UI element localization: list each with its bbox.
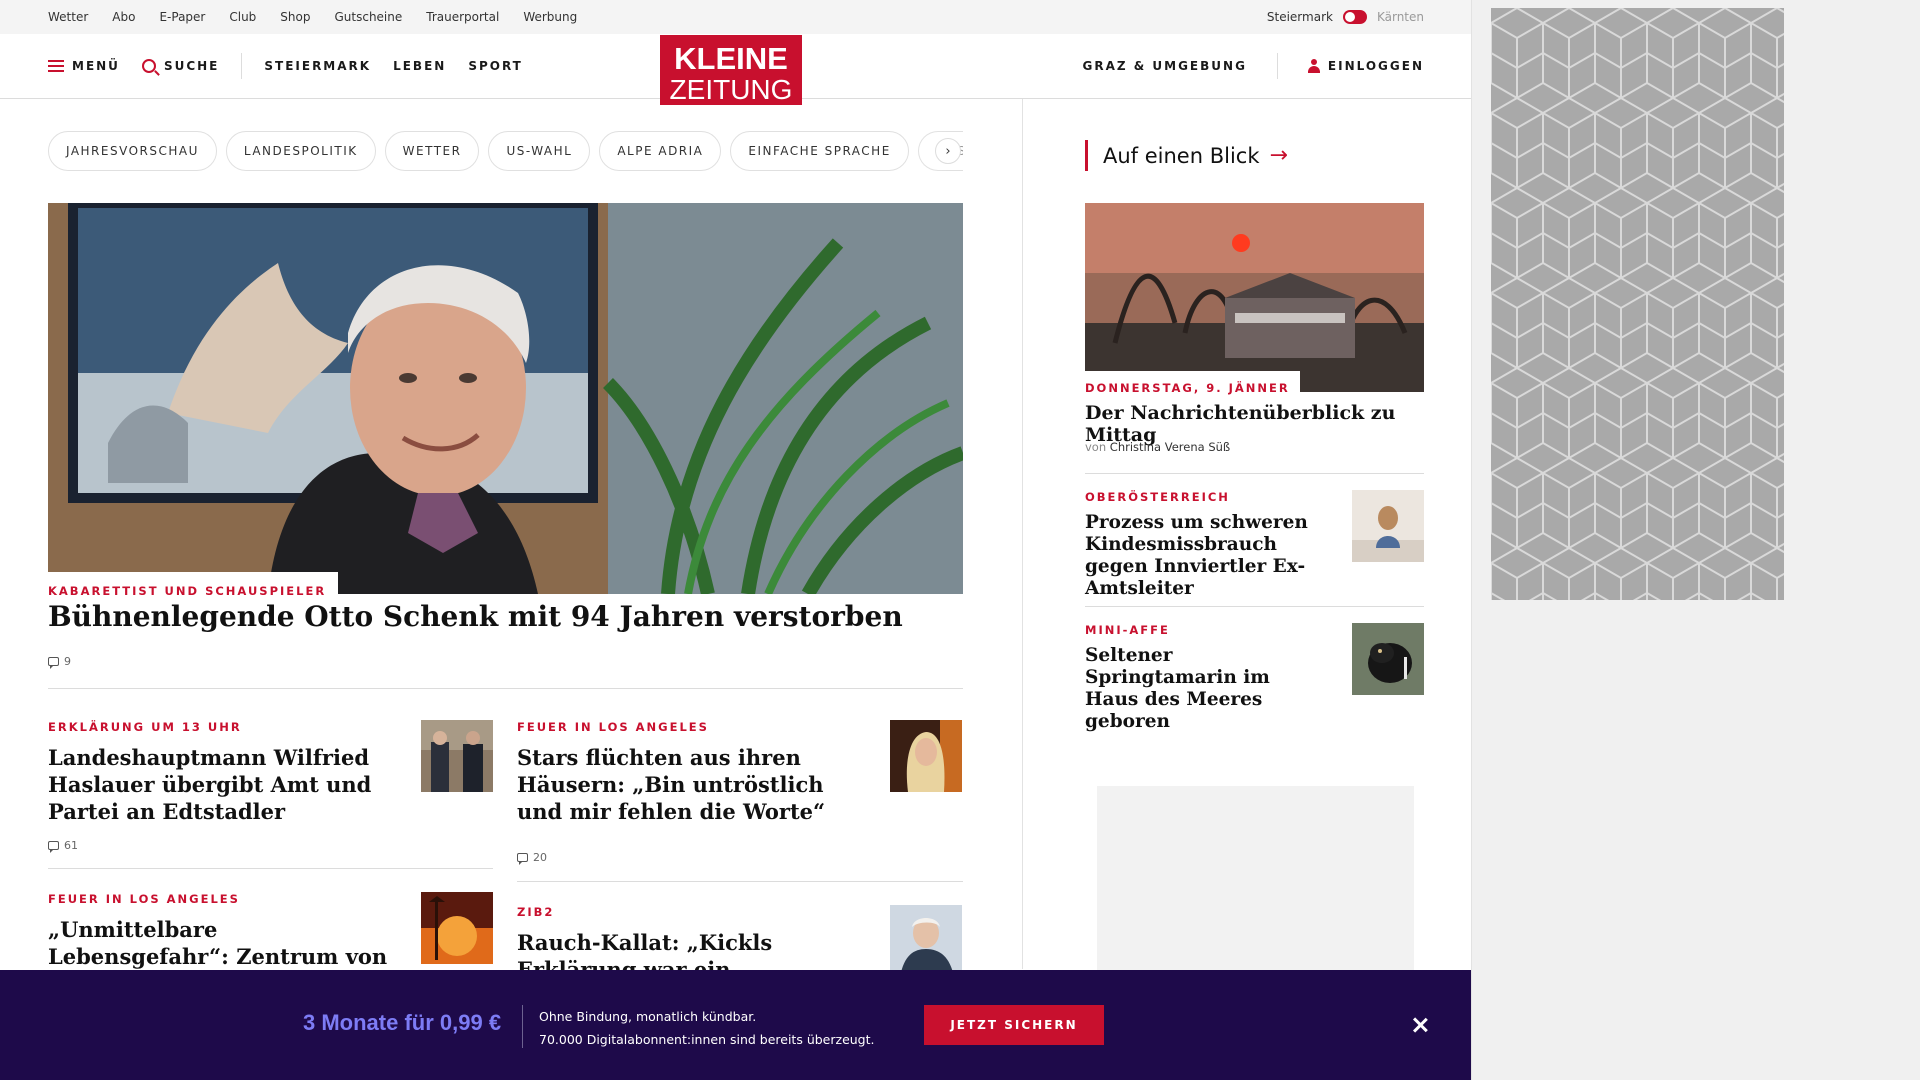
- link-club[interactable]: Club: [229, 10, 256, 24]
- hero-comments[interactable]: 9: [48, 655, 71, 669]
- link-werbung[interactable]: Werbung: [523, 10, 577, 24]
- sidebar-heading[interactable]: Auf einen Blick →: [1085, 140, 1288, 171]
- chip-jahresvorschau[interactable]: JAHRESVORSCHAU: [48, 131, 217, 171]
- article-thumbnail[interactable]: [421, 892, 493, 964]
- sidebar-main-kicker-box: DONNERSTAG, 9. JÄNNER: [1085, 371, 1300, 395]
- card-divider: [48, 868, 493, 869]
- link-wetter[interactable]: Wetter: [48, 10, 88, 24]
- comment-icon: [517, 853, 528, 865]
- sidebar-heading-label: Auf einen Blick: [1103, 143, 1260, 168]
- sidebar-divider: [1085, 606, 1424, 607]
- arrow-right-icon: →: [1269, 143, 1288, 168]
- sidebar-main-image[interactable]: [1085, 203, 1424, 392]
- region-switch: Steiermark Kärnten: [1267, 0, 1424, 34]
- article-thumbnail[interactable]: [890, 905, 962, 977]
- top-meta-bar: Wetter Abo E-Paper Club Shop Gutscheine …: [0, 0, 1471, 34]
- sidebar-item-thumbnail[interactable]: [1352, 623, 1424, 695]
- main-header: MENÜ SUCHE STEIERMARK LEBEN SPORT KLEINE…: [0, 34, 1471, 105]
- nav-sport[interactable]: SPORT: [468, 59, 523, 73]
- article-comment-count: 61: [64, 839, 78, 852]
- topic-chips: JAHRESVORSCHAU LANDESPOLITIK WETTER US-W…: [48, 131, 963, 171]
- article-thumbnail[interactable]: [421, 720, 493, 792]
- article-card[interactable]: ERKLÄRUNG UM 13 UHR Landeshauptmann Wilf…: [48, 720, 493, 853]
- offer-price: 3 Monate für 0,99 €: [303, 1010, 502, 1035]
- sidebar-ad-slot: [1097, 786, 1414, 986]
- hamburger-icon: [48, 60, 64, 72]
- kleine-zeitung-logo[interactable]: KLEINE ZEITUNG: [660, 35, 802, 105]
- hero-kicker: KABARETTIST UND SCHAUSPIELER: [48, 584, 327, 598]
- article-comments[interactable]: 61: [48, 839, 493, 853]
- link-shop[interactable]: Shop: [280, 10, 310, 24]
- chip-alpe-adria[interactable]: ALPE ADRIA: [599, 131, 722, 171]
- login-label: EINLOGGEN: [1327, 59, 1424, 73]
- search-icon: [141, 59, 156, 73]
- sidebar-divider: [1085, 473, 1424, 474]
- login-button[interactable]: EINLOGGEN: [1307, 59, 1424, 73]
- hero-image[interactable]: [48, 203, 963, 594]
- sidebar-main-kicker: DONNERSTAG, 9. JÄNNER: [1085, 381, 1290, 395]
- article-thumbnail[interactable]: [890, 720, 962, 792]
- search-label: SUCHE: [163, 59, 220, 73]
- region-other-label[interactable]: Kärnten: [1377, 10, 1424, 24]
- header-divider-right: [1276, 53, 1278, 79]
- header-left-nav: MENÜ SUCHE STEIERMARK LEBEN SPORT: [48, 34, 523, 98]
- search-button[interactable]: SUCHE: [141, 59, 220, 73]
- offer-line-2: 70.000 Digitalabonnent:innen sind bereit…: [539, 1032, 875, 1047]
- nav-steiermark[interactable]: STEIERMARK: [264, 59, 371, 73]
- menu-label: MENÜ: [72, 59, 120, 73]
- logo-line-1: KLEINE: [674, 41, 788, 76]
- byline: von Christina Verena Süß: [1085, 440, 1230, 454]
- article-card[interactable]: FEUER IN LOS ANGELES Stars flüchten aus …: [517, 720, 962, 865]
- sidebar-item[interactable]: OBERÖSTERREICH Prozess um schweren Kinde…: [1085, 490, 1424, 600]
- subscribe-button[interactable]: JETZT SICHERN: [924, 1005, 1104, 1045]
- article-comment-count: 20: [533, 851, 547, 864]
- offer-info: Ohne Bindung, monatlich kündbar. 70.000 …: [539, 1005, 875, 1051]
- close-icon[interactable]: [1408, 1013, 1432, 1037]
- link-abo[interactable]: Abo: [112, 10, 135, 24]
- subscription-banner: 3 Monate für 0,99 € Ohne Bindung, monatl…: [0, 970, 1471, 1080]
- chip-landespolitik[interactable]: LANDESPOLITIK: [225, 131, 376, 171]
- header-right-nav: GRAZ & UMGEBUNG EINLOGGEN: [1083, 34, 1425, 98]
- column-divider: [1022, 99, 1023, 969]
- section-divider: [48, 688, 963, 689]
- chip-us-wahl[interactable]: US-WAHL: [488, 131, 591, 171]
- comment-icon: [48, 841, 59, 853]
- user-icon: [1307, 59, 1320, 73]
- region-link[interactable]: GRAZ & UMGEBUNG: [1083, 59, 1247, 73]
- link-trauerportal[interactable]: Trauerportal: [426, 10, 499, 24]
- hero-kicker-box: KABARETTIST UND SCHAUSPIELER: [48, 572, 339, 598]
- nav-leben[interactable]: LEBEN: [393, 59, 446, 73]
- comment-icon: [48, 657, 59, 669]
- hero-comment-count: 9: [64, 655, 71, 668]
- sidebar-item[interactable]: MINI-AFFE Seltener Springtamarin im Haus…: [1085, 623, 1424, 733]
- menu-button[interactable]: MENÜ: [48, 59, 120, 73]
- region-active-label[interactable]: Steiermark: [1267, 10, 1333, 24]
- chip-wetter[interactable]: WETTER: [384, 131, 480, 171]
- service-links: Wetter Abo E-Paper Club Shop Gutscheine …: [48, 0, 577, 34]
- banner-divider: [522, 1005, 523, 1048]
- page: Wetter Abo E-Paper Club Shop Gutscheine …: [0, 0, 1472, 1080]
- article-title[interactable]: Stars flüchten aus ihren Häusern: „Bin u…: [517, 744, 862, 825]
- sidebar-item-title[interactable]: Seltener Springtamarin im Haus des Meere…: [1085, 645, 1315, 733]
- article-title[interactable]: Landeshauptmann Wilfried Haslauer übergi…: [48, 744, 393, 825]
- byline-prefix: von: [1085, 440, 1107, 454]
- author-name[interactable]: Christina Verena Süß: [1110, 440, 1230, 454]
- article-comments[interactable]: 20: [517, 851, 962, 865]
- link-epaper[interactable]: E-Paper: [159, 10, 205, 24]
- header-divider: [241, 53, 243, 79]
- sidebar-item-thumbnail[interactable]: [1352, 490, 1424, 562]
- chevron-right-icon[interactable]: ›: [935, 138, 961, 164]
- region-toggle[interactable]: [1342, 10, 1367, 24]
- hero-headline[interactable]: Bühnenlegende Otto Schenk mit 94 Jahren …: [48, 600, 963, 633]
- offer-line-1: Ohne Bindung, monatlich kündbar.: [539, 1009, 757, 1024]
- card-divider: [517, 881, 963, 882]
- sidebar-item-title[interactable]: Prozess um schweren Kindesmissbrauch geg…: [1085, 512, 1335, 600]
- logo-line-2: ZEITUNG: [669, 74, 793, 105]
- chip-einfache-sprache[interactable]: EINFACHE SPRACHE: [730, 131, 909, 171]
- link-gutscheine[interactable]: Gutscheine: [334, 10, 402, 24]
- skyscraper-ad[interactable]: [1491, 8, 1784, 600]
